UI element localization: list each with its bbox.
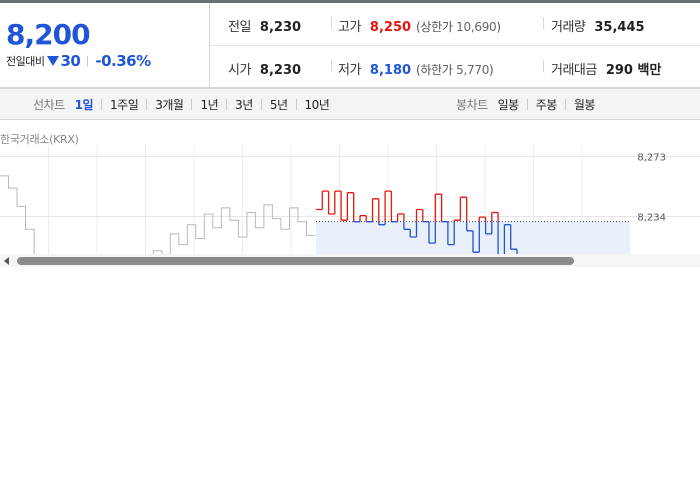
previous-day-line [0, 175, 315, 255]
y-tick-label: 8,273 [637, 153, 666, 164]
column-divider [331, 17, 332, 29]
chart-scrollbar[interactable] [0, 254, 700, 267]
line-chart-title: 선차트 [33, 97, 65, 112]
tab-divider [146, 98, 148, 110]
intraday-price-chart: 8,2738,2348,194 [0, 145, 700, 255]
chart-tab-bar: 선차트 1일 1주일 3개월 1년 3년 5년 10년 봉차트 일봉 주봉 월봉 [0, 88, 700, 120]
prev-close: 전일 8,230 [228, 16, 301, 35]
tab-divider [526, 98, 528, 110]
open-value: 8,230 [259, 63, 302, 78]
change-rate: -0.36% [95, 52, 151, 70]
high-value: 8,250 [369, 20, 412, 35]
change-value: 30 [60, 52, 81, 70]
tab-5years[interactable]: 5년 [270, 96, 288, 113]
tab-divider [226, 98, 228, 110]
volume-label: 거래량 [551, 20, 586, 35]
tab-10years[interactable]: 10년 [305, 96, 330, 113]
volume-value: 35,445 [594, 20, 645, 35]
tab-1day[interactable]: 1일 [75, 96, 94, 113]
tab-weekly-candle[interactable]: 주봉 [536, 96, 558, 113]
lower-limit: (하한가 5,770) [416, 61, 494, 78]
upper-limit: (상한가 10,690) [416, 18, 501, 35]
day-low: 저가 8,180 (하한가 5,770) [338, 59, 494, 78]
volume: 거래량 35,445 [551, 16, 645, 35]
tab-3months[interactable]: 3개월 [155, 96, 184, 113]
upper-limit-label: (상한가 [416, 20, 453, 34]
prev-close-label: 전일 [228, 20, 251, 35]
column-divider [543, 60, 544, 72]
today-line-above-reference [316, 190, 499, 222]
lower-limit-value: 5,770 [456, 63, 490, 77]
upper-limit-close: ) [496, 20, 501, 34]
prev-close-value: 8,230 [259, 20, 302, 35]
lower-limit-label: (하한가 [416, 63, 453, 77]
scroll-thumb[interactable] [17, 257, 574, 265]
price-change-row: 전일대비 30 -0.36% [6, 52, 151, 70]
tab-monthly-candle[interactable]: 월봉 [574, 96, 596, 113]
lower-limit-close: ) [489, 63, 494, 77]
down-triangle-icon [47, 56, 60, 66]
candle-chart-tabs: 봉차트 일봉 주봉 월봉 [456, 89, 595, 119]
upper-limit-value: 10,690 [456, 20, 497, 34]
line-chart-tabs: 선차트 1일 1주일 3개월 1년 3년 5년 10년 [33, 89, 330, 119]
tab-divider [260, 98, 262, 110]
tab-divider [564, 98, 566, 110]
column-divider [543, 17, 544, 29]
open-label: 시가 [228, 63, 251, 78]
candle-chart-title: 봉차트 [456, 97, 488, 112]
low-value: 8,180 [369, 63, 412, 78]
day-high: 고가 8,250 (상한가 10,690) [338, 16, 501, 35]
trade-value-label: 거래대금 [551, 63, 597, 78]
tab-divider [191, 98, 193, 110]
price-summary: 8,200 전일대비 30 -0.36% [0, 3, 209, 88]
tab-divider [295, 98, 297, 110]
tab-3years[interactable]: 3년 [235, 96, 253, 113]
high-label: 고가 [338, 20, 361, 35]
low-label: 저가 [338, 63, 361, 78]
tab-daily-candle[interactable]: 일봉 [498, 96, 520, 113]
tab-divider [101, 98, 103, 110]
trade-value-value: 290 백만 [605, 63, 662, 78]
trade-value: 거래대금 290 백만 [551, 59, 661, 78]
tab-1week[interactable]: 1주일 [110, 96, 139, 113]
tab-1year[interactable]: 1년 [200, 96, 218, 113]
price-info-table: 전일 8,230 고가 8,250 (상한가 10,690) 거래량 35,44… [209, 3, 700, 88]
column-divider [331, 60, 332, 72]
change-divider [87, 55, 89, 67]
row-divider [210, 45, 700, 46]
scroll-left-arrow-icon[interactable] [4, 257, 9, 265]
change-label: 전일대비 [6, 55, 45, 68]
open-price: 시가 8,230 [228, 59, 301, 78]
current-price: 8,200 [6, 18, 91, 51]
y-tick-label: 8,234 [637, 213, 666, 224]
